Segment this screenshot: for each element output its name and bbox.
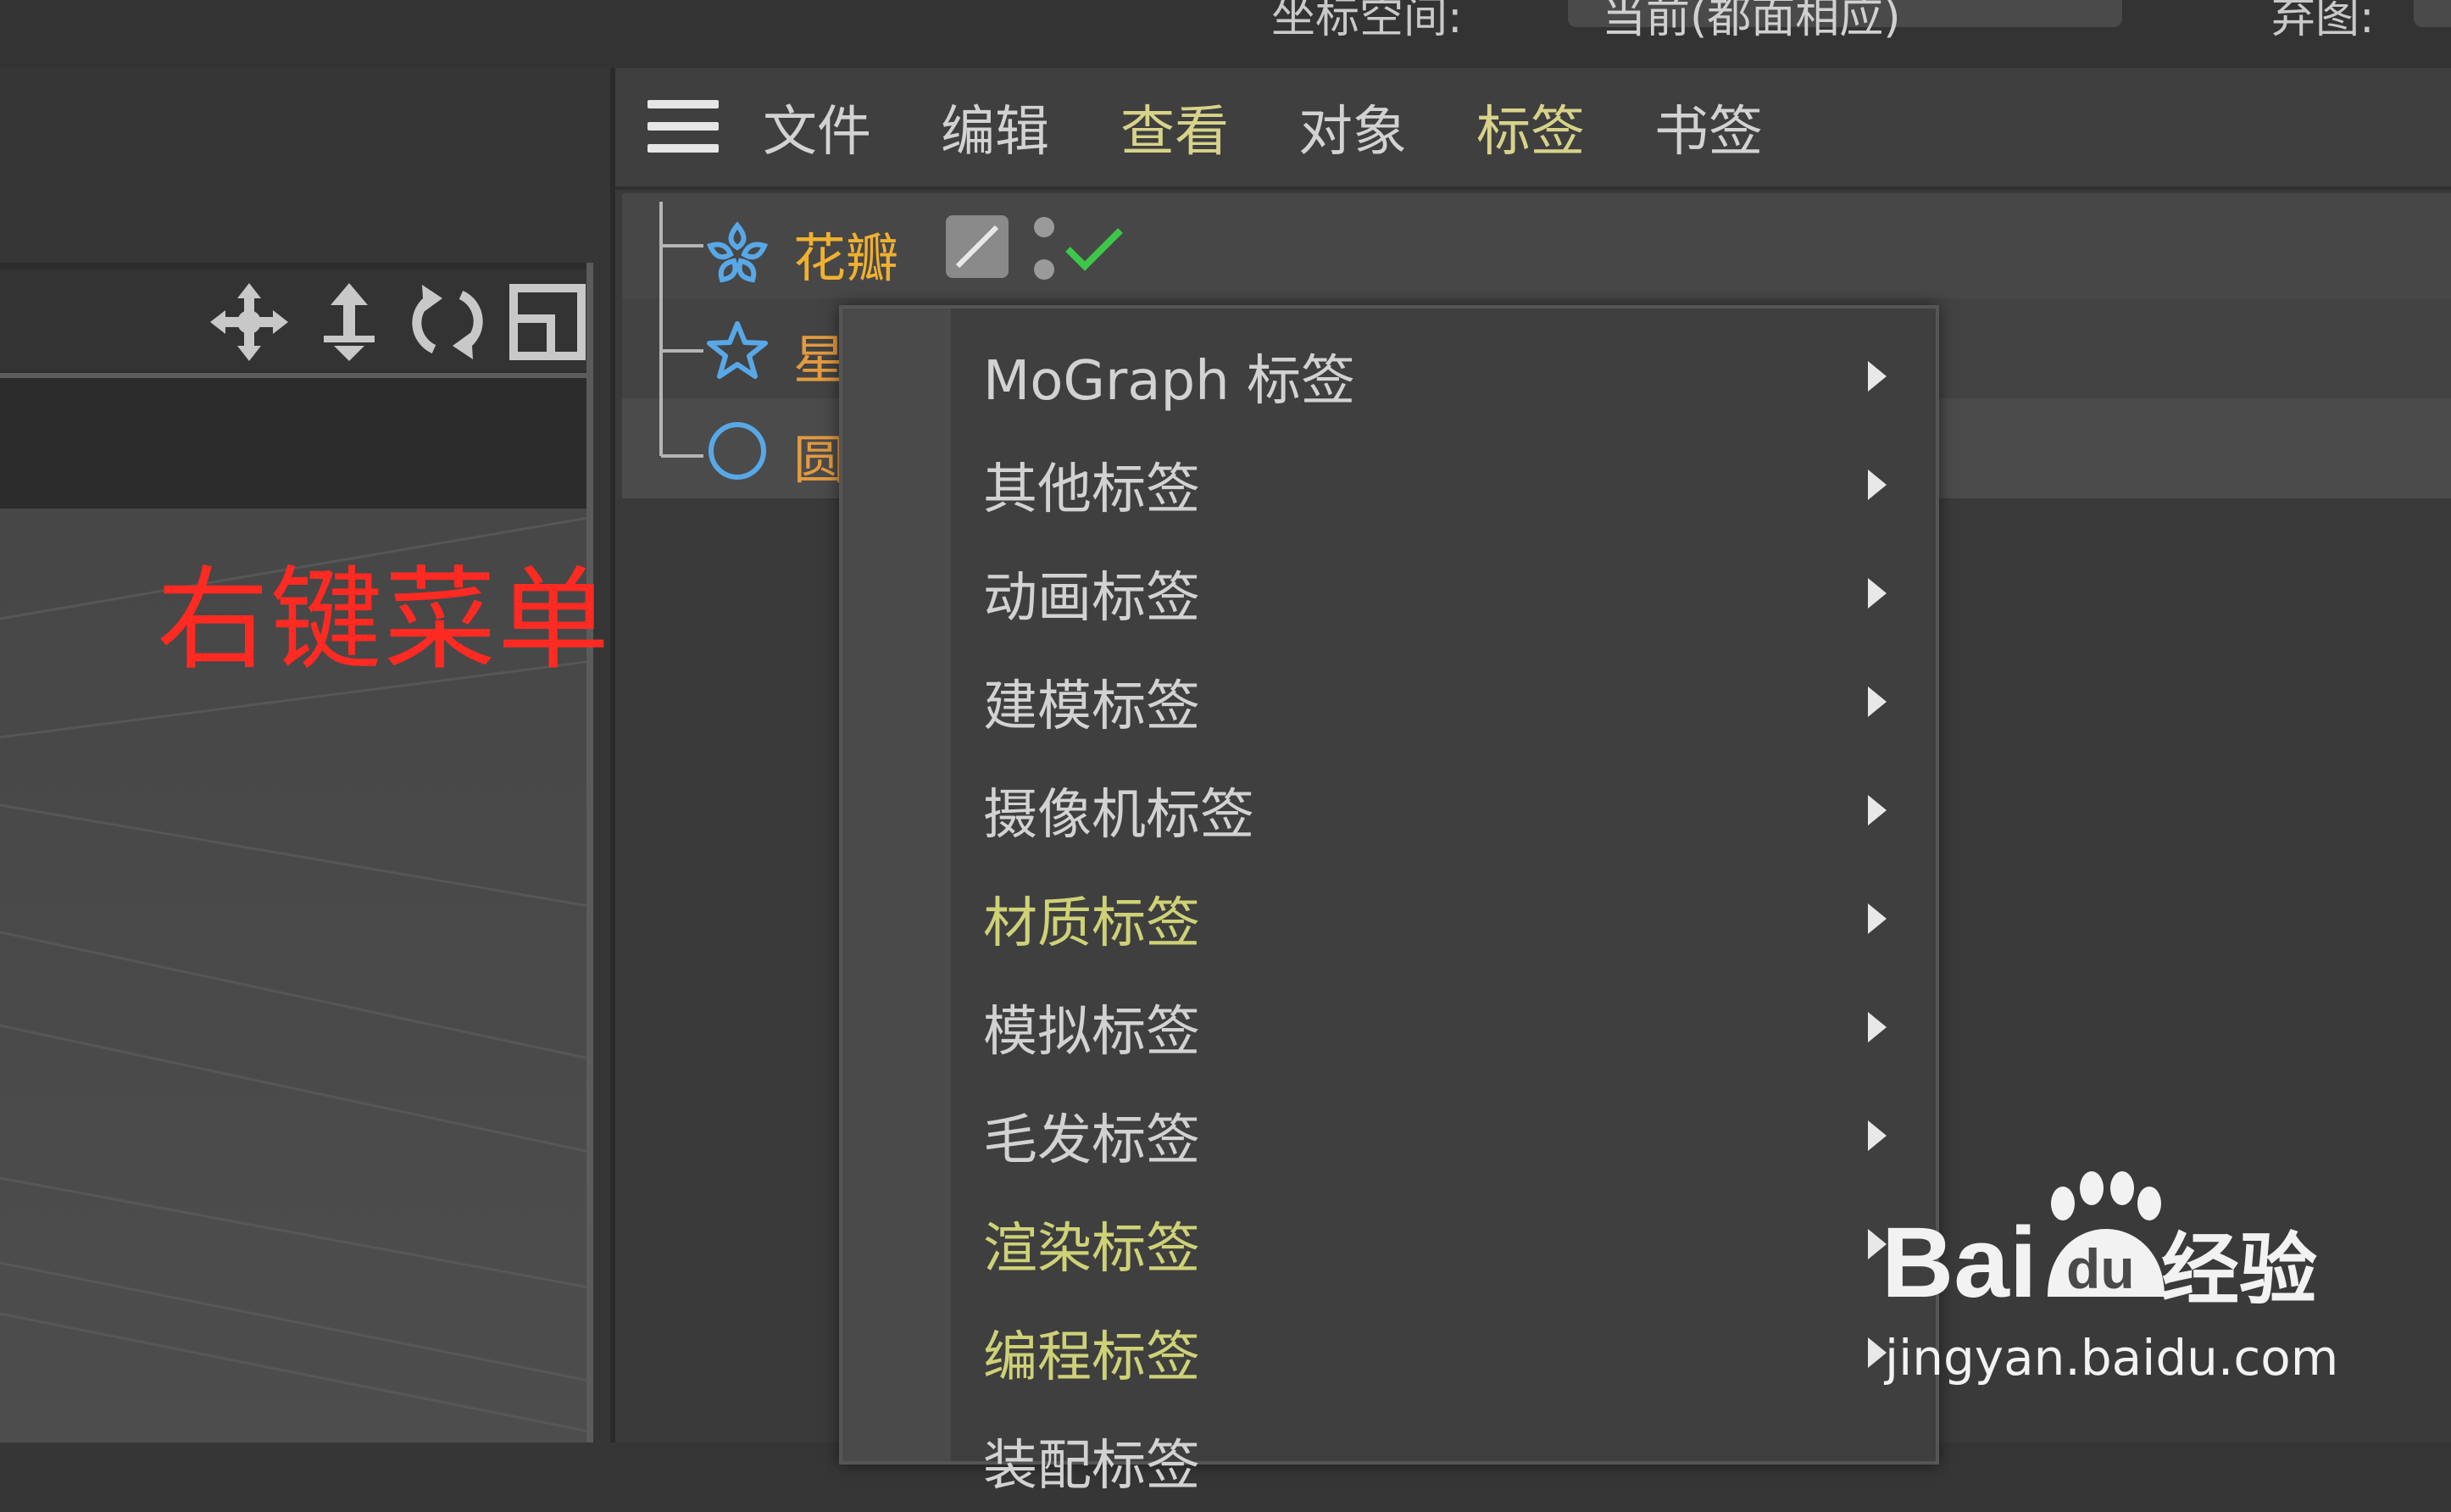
- right-label: 弃图:: [2271, 0, 2375, 43]
- submenu-arrow-icon: [1868, 1012, 1887, 1042]
- rotate-view-icon[interactable]: [405, 280, 490, 364]
- watermark-cn: 经验: [2161, 1225, 2317, 1315]
- submenu-arrow-icon: [1868, 361, 1887, 392]
- object-name-circle[interactable]: 圆: [793, 417, 846, 493]
- ctx-item-material-tags[interactable]: 材质标签: [842, 861, 1936, 970]
- baidu-jingyan-watermark: Bai du 经验: [1881, 1171, 2317, 1319]
- submenu-arrow-icon: [1868, 795, 1887, 825]
- viewport-divider: [0, 373, 593, 378]
- ctx-label: 材质标签: [983, 892, 1200, 955]
- ctx-label: 其他标签: [983, 459, 1200, 521]
- visibility-check-icon[interactable]: [1029, 215, 1131, 283]
- submenu-arrow-icon: [1868, 1120, 1887, 1151]
- ctx-item-other-tags[interactable]: 其他标签: [842, 427, 1936, 536]
- submenu-arrow-icon: [1868, 1337, 1887, 1368]
- ctx-label: 摄像机标签: [983, 784, 1254, 847]
- viewport-grid: [0, 263, 593, 1434]
- menu-file[interactable]: 文件: [763, 88, 871, 166]
- watermark-brand-du: du: [2066, 1237, 2135, 1300]
- ctx-item-programming-tags[interactable]: 编程标签: [842, 1295, 1936, 1404]
- attribute-bar: 坐标空间: 当前(都面相应) 弃图:: [0, 0, 2451, 68]
- circle-icon: [709, 422, 766, 480]
- watermark-url: jingyan.baidu.com: [1885, 1329, 2339, 1387]
- ctx-label: 毛发标签: [983, 1109, 1200, 1172]
- submenu-arrow-icon: [1868, 578, 1887, 609]
- context-menu: MoGraph 标签 其他标签 动画标签 建模标签 摄像机标签 材质标签 模拟标…: [839, 305, 1939, 1498]
- ctx-label: 渲染标签: [983, 1218, 1200, 1281]
- ctx-item-simulation-tags[interactable]: 模拟标签: [842, 970, 1936, 1078]
- coordinate-space-label: 坐标空间:: [1271, 0, 1463, 43]
- submenu-arrow-icon: [1868, 470, 1887, 500]
- menu-tags[interactable]: 标签: [1476, 88, 1585, 166]
- ctx-item-render-tags[interactable]: 渲染标签: [842, 1187, 1936, 1295]
- maximize-view-icon[interactable]: [505, 280, 590, 364]
- ctx-label: 编程标签: [983, 1326, 1200, 1389]
- object-name-petal[interactable]: 花瓣: [793, 215, 898, 292]
- annotation-label: 右键菜单: [157, 555, 611, 686]
- viewport-toolbar: [0, 270, 593, 371]
- menu-object[interactable]: 对象: [1298, 88, 1407, 166]
- coordinate-space-value: 当前(都面相应): [1602, 0, 1901, 43]
- ctx-item-mograph-tags[interactable]: MoGraph 标签: [842, 319, 1936, 427]
- ctx-item-hair-tags[interactable]: 毛发标签: [842, 1078, 1936, 1187]
- viewport-border: [586, 263, 593, 1443]
- ctx-label: 模拟标签: [983, 1001, 1200, 1064]
- watermark-brand: Bai: [1881, 1207, 2037, 1319]
- ctx-item-animation-tags[interactable]: 动画标签: [842, 536, 1936, 644]
- submenu-arrow-icon: [1868, 687, 1887, 717]
- ctx-label: 建模标签: [983, 675, 1200, 738]
- ctx-label: MoGraph 标签: [983, 350, 1356, 413]
- flower-icon: [706, 221, 769, 283]
- ctx-item-rigging-tags[interactable]: 装配标签: [842, 1404, 1936, 1512]
- hierarchy-lines: [659, 202, 703, 458]
- ctx-label: 动画标签: [983, 567, 1200, 630]
- move-view-icon[interactable]: [207, 280, 292, 364]
- attribute-button[interactable]: [2414, 0, 2451, 27]
- viewport[interactable]: [0, 263, 593, 1443]
- texture-tag-icon[interactable]: [946, 215, 1009, 278]
- zoom-view-icon[interactable]: [307, 280, 392, 364]
- hamburger-menu-icon[interactable]: [647, 100, 719, 153]
- menu-view[interactable]: 查看: [1120, 88, 1229, 166]
- menu-bookmarks[interactable]: 书签: [1654, 88, 1763, 166]
- ctx-item-modeling-tags[interactable]: 建模标签: [842, 644, 1936, 753]
- star-icon: [707, 321, 768, 379]
- coordinate-space-dropdown[interactable]: 当前(都面相应): [1568, 0, 2122, 43]
- menu-edit[interactable]: 编辑: [941, 88, 1049, 166]
- submenu-arrow-icon: [1868, 903, 1887, 934]
- object-name-star[interactable]: 星: [793, 317, 846, 393]
- ctx-item-camera-tags[interactable]: 摄像机标签: [842, 753, 1936, 861]
- ctx-label: 装配标签: [983, 1435, 1200, 1498]
